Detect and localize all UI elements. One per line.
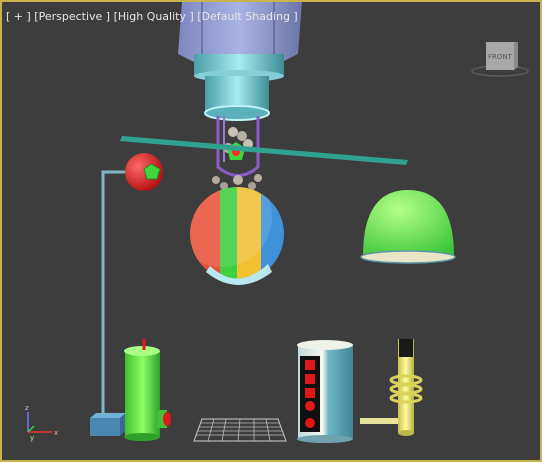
axis-y-label: y bbox=[30, 434, 34, 442]
viewcube-widget[interactable]: FRONT bbox=[470, 42, 530, 78]
red-sphere[interactable] bbox=[125, 153, 163, 191]
viewport-label-bar: [ + ] [Perspective ] [High Quality ] [De… bbox=[6, 10, 298, 23]
mesh-grid[interactable] bbox=[193, 418, 287, 442]
coil-post[interactable] bbox=[360, 339, 423, 436]
blue-box[interactable] bbox=[90, 413, 126, 436]
axis-x-label: x bbox=[54, 429, 58, 437]
teal-bar[interactable] bbox=[120, 136, 408, 165]
battery-cylinder[interactable] bbox=[297, 340, 353, 443]
viewport-quality-menu[interactable]: [High Quality ] bbox=[114, 10, 194, 23]
viewport-view-menu[interactable]: [Perspective ] bbox=[34, 10, 110, 23]
viewport-perspective[interactable]: [ + ] [Perspective ] [High Quality ] [De… bbox=[0, 0, 542, 462]
green-dome[interactable] bbox=[360, 190, 456, 264]
axis-tripod: z y x bbox=[25, 404, 58, 442]
viewport-plus-menu[interactable]: [ + ] bbox=[6, 10, 31, 23]
green-cylinder[interactable] bbox=[124, 339, 171, 441]
viewcube-front-label: FRONT bbox=[488, 53, 513, 61]
pipe-cylinder[interactable] bbox=[194, 54, 284, 121]
beach-ball[interactable] bbox=[172, 167, 291, 285]
scene-canvas bbox=[90, 2, 456, 443]
viewport-shading-menu[interactable]: [Default Shading ] bbox=[197, 10, 297, 23]
marble-tube[interactable] bbox=[212, 116, 262, 190]
rod-frame[interactable] bbox=[101, 170, 128, 420]
axis-z-label: z bbox=[25, 404, 29, 412]
